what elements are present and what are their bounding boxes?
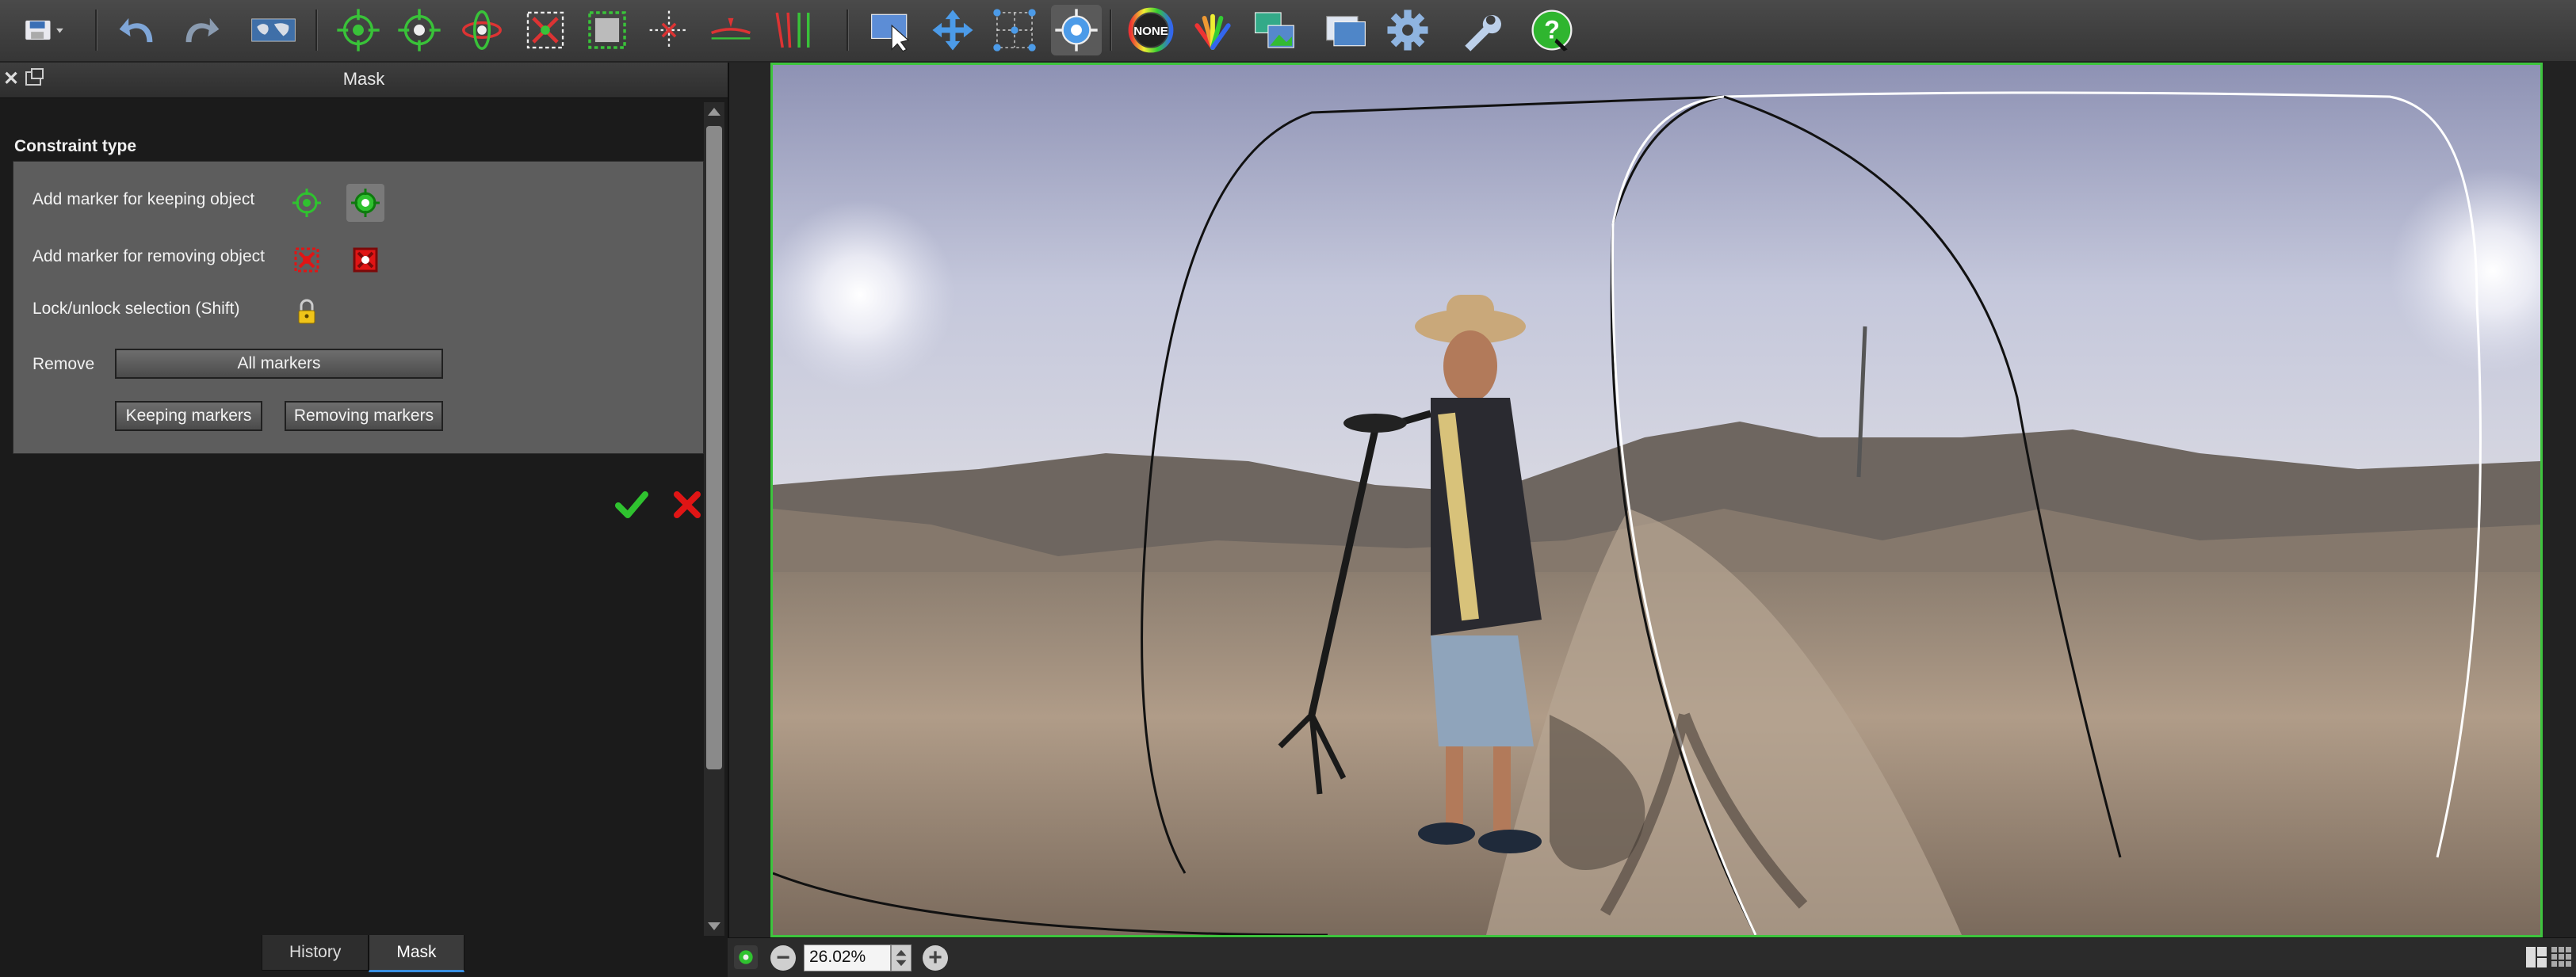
- crosshair-icon[interactable]: [644, 5, 694, 55]
- select-icon[interactable]: [866, 5, 916, 55]
- remove-marker-label: Add marker for removing object: [32, 247, 265, 265]
- frame-icon[interactable]: [582, 5, 633, 55]
- add-marker-auto-icon[interactable]: [394, 5, 445, 55]
- toolbar-separator: [1110, 10, 1112, 51]
- cancel-x-icon[interactable]: [669, 487, 705, 523]
- remove-keeping-markers-button[interactable]: Keeping markers: [115, 401, 262, 431]
- mask-panel: ✕ Mask Constraint type Add marker for ke…: [0, 63, 728, 976]
- add-marker-icon[interactable]: [333, 5, 384, 55]
- constraint-group: Add marker for keeping object Add marker…: [13, 161, 704, 454]
- target-icon[interactable]: [1051, 5, 1102, 55]
- remove-all-markers-button[interactable]: All markers: [115, 349, 443, 379]
- redo-icon[interactable]: [174, 5, 225, 55]
- scroll-thumb[interactable]: [706, 126, 722, 769]
- remove-removing-markers-button[interactable]: Removing markers: [285, 401, 443, 431]
- tab-history[interactable]: History: [262, 935, 369, 971]
- images-icon[interactable]: [1249, 5, 1300, 55]
- panel-tabs: History Mask: [262, 935, 464, 972]
- grid-points-icon[interactable]: [989, 5, 1040, 55]
- scroll-down-arrow-icon[interactable]: [704, 917, 724, 936]
- lock-selection-label: Lock/unlock selection (Shift): [32, 300, 240, 318]
- navigator-icon[interactable]: [734, 945, 758, 969]
- zoom-in-icon[interactable]: +: [923, 945, 948, 971]
- panel-divider[interactable]: [728, 63, 772, 976]
- zoom-input[interactable]: 26.02%: [804, 945, 891, 971]
- grid-view-icon[interactable]: [2551, 946, 2573, 968]
- help-icon[interactable]: ?: [1527, 5, 1577, 55]
- viewer-side-strip: [2543, 63, 2576, 937]
- output-icon[interactable]: [1320, 5, 1371, 55]
- panel-scrollbar[interactable]: [704, 102, 724, 936]
- panel-title: Mask: [342, 69, 385, 89]
- save-menu-icon[interactable]: [8, 5, 84, 55]
- remove-marker-button[interactable]: [288, 241, 326, 279]
- vertical-lines-icon[interactable]: [767, 5, 818, 55]
- layout-grid-icon[interactable]: [2525, 946, 2547, 968]
- gear-icon[interactable]: [1382, 5, 1433, 55]
- scroll-up-arrow-icon[interactable]: [704, 102, 724, 121]
- remove-label: Remove: [32, 355, 95, 373]
- rotate-icon[interactable]: [457, 5, 507, 55]
- toolbar-separator: [847, 10, 849, 51]
- panorama-image: [773, 65, 2540, 935]
- undo-icon[interactable]: [113, 5, 164, 55]
- keep-marker-button[interactable]: [288, 184, 326, 222]
- color-fan-icon[interactable]: [1187, 5, 1238, 55]
- constraint-type-label: Constraint type: [14, 137, 137, 155]
- keep-marker-label: Add marker for keeping object: [32, 190, 255, 208]
- panorama-viewer[interactable]: [770, 63, 2543, 937]
- wrench-icon[interactable]: [1455, 5, 1506, 55]
- world-map-icon[interactable]: [242, 5, 305, 55]
- toolbar-separator: [95, 10, 97, 51]
- remove-marker-auto-button[interactable]: [346, 241, 384, 279]
- zoom-out-icon[interactable]: −: [770, 945, 796, 971]
- main-toolbar: NONE ?: [0, 0, 2576, 63]
- crop-icon[interactable]: [520, 5, 571, 55]
- move-icon[interactable]: [927, 5, 978, 55]
- color-none-icon[interactable]: NONE: [1126, 5, 1176, 55]
- horizon-icon[interactable]: [705, 5, 756, 55]
- zoom-stepper-icon[interactable]: [891, 945, 912, 971]
- lock-icon[interactable]: [288, 293, 326, 331]
- toolbar-separator: [315, 10, 318, 51]
- tab-mask[interactable]: Mask: [369, 935, 464, 972]
- keep-marker-auto-button[interactable]: [346, 184, 384, 222]
- panel-titlebar: ✕ Mask: [0, 63, 728, 98]
- status-bar: − 26.02% +: [728, 937, 2576, 977]
- apply-check-icon[interactable]: [613, 487, 650, 523]
- svg-text:NONE: NONE: [1133, 25, 1168, 38]
